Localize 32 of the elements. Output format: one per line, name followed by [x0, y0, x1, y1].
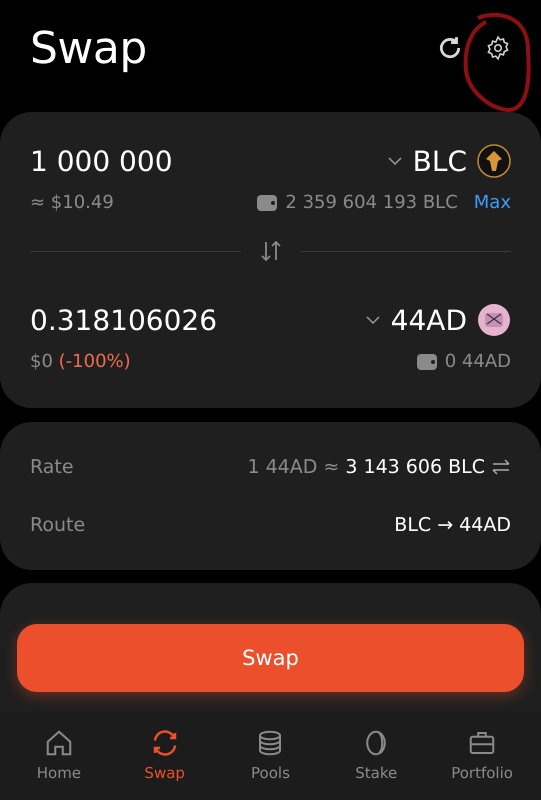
token-selector[interactable]: BLC — [386, 144, 511, 178]
token-icon — [477, 144, 511, 178]
caret-icon — [386, 156, 403, 166]
settings-icon — [485, 35, 511, 61]
nav-tab[interactable]: Portfolio — [432, 712, 532, 800]
swap-direction-icon[interactable] — [258, 239, 282, 263]
detail-label: Route — [30, 514, 86, 536]
page-title: Swap — [30, 22, 148, 74]
detail-value: BLC → 44AD — [394, 514, 511, 536]
detail-value: 1 44AD ≈ 3 143 606 BLC — [247, 456, 485, 478]
amount-field[interactable]: 1 000 000 — [30, 144, 173, 178]
balance-text: 2 359 604 193 BLC — [285, 192, 458, 213]
nav-tab[interactable]: Stake — [326, 712, 426, 800]
caret-icon — [364, 315, 381, 325]
nav-tab[interactable]: Pools — [220, 712, 320, 800]
usd-value: $0 (-100%) — [30, 351, 131, 372]
balance-text: 0 44AD — [444, 351, 511, 372]
usd-value: ≈ $10.49 — [30, 192, 114, 213]
swap-button[interactable]: Swap — [17, 624, 524, 692]
wallet-icon — [416, 354, 437, 370]
refresh-icon — [437, 35, 463, 61]
swap-arrows-icon[interactable] — [491, 458, 511, 476]
token-selector[interactable]: 44AD — [364, 303, 511, 337]
token-icon — [477, 303, 511, 337]
detail-label: Rate — [30, 456, 74, 478]
nav-tab[interactable]: Home — [8, 712, 109, 800]
settings-button[interactable] — [485, 35, 511, 61]
refresh-button[interactable] — [437, 35, 463, 61]
amount-field[interactable]: 0.318106026 — [30, 304, 218, 336]
max-button[interactable]: Max — [474, 192, 511, 213]
nav-tab[interactable]: Swap — [114, 712, 215, 800]
wallet-icon — [257, 194, 278, 210]
